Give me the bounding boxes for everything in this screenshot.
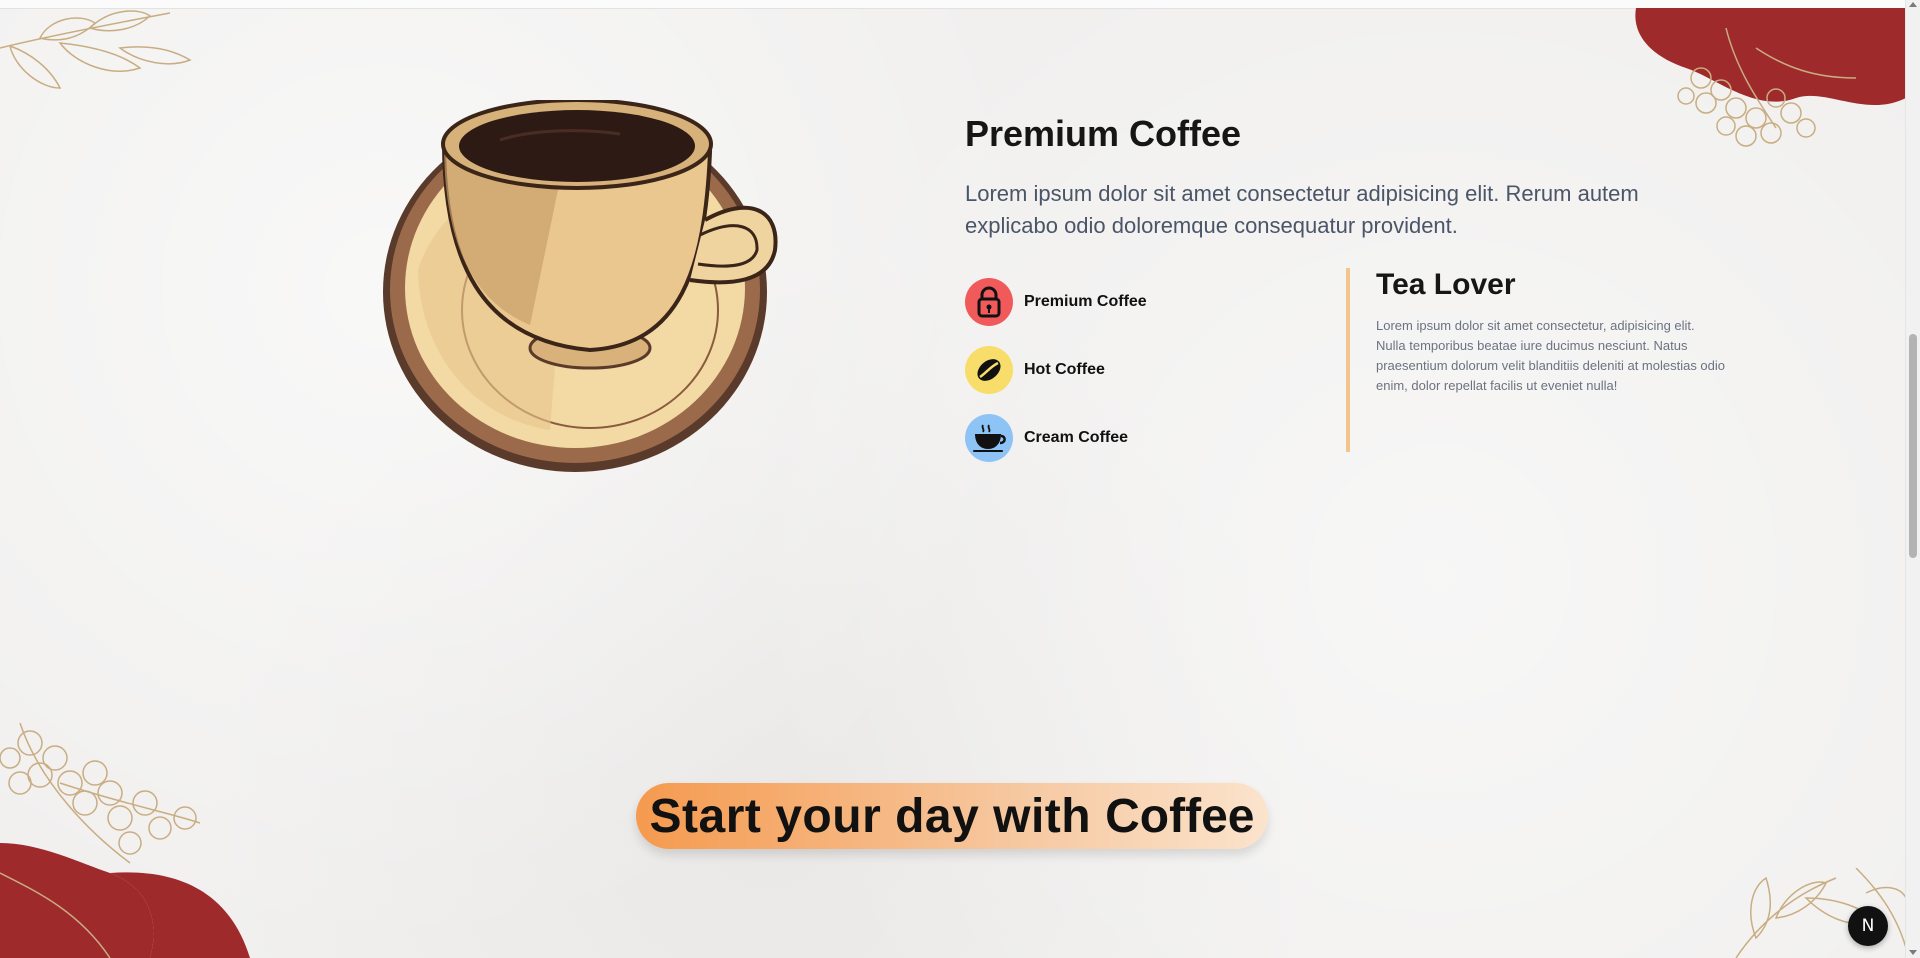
berry-decoration-bottom-left (0, 723, 250, 958)
scroll-up-arrow-icon[interactable] (1909, 2, 1917, 7)
info-section: Premium Coffee Lorem ipsum dolor sit ame… (965, 108, 1735, 242)
leaf-decoration-top-left (0, 10, 192, 89)
dev-tools-badge[interactable]: N (1848, 906, 1888, 946)
cta-banner: Start your day with Coffee (636, 783, 1268, 849)
coffee-bean-icon (965, 346, 1013, 394)
scroll-down-arrow-icon[interactable] (1909, 950, 1917, 955)
scrollbar-thumb[interactable] (1909, 334, 1917, 558)
feature-label: Hot Coffee (1024, 361, 1105, 378)
tea-text: Lorem ipsum dolor sit amet consectetur, … (1376, 318, 1726, 393)
badge-letter: N (1861, 916, 1875, 936)
page-title: Premium Coffee (965, 113, 1242, 154)
tea-lover-card: Tea Lover Lorem ipsum dolor sit amet con… (1346, 268, 1726, 452)
lead-paragraph: Lorem ipsum dolor sit amet consectetur a… (965, 181, 1639, 238)
banner-emphasis: Coffee (1105, 789, 1255, 843)
coffee-cup-icon (965, 414, 1013, 462)
coffee-cup-illustration (383, 100, 778, 472)
feature-item-hot-coffee[interactable]: Hot Coffee (965, 336, 1325, 404)
feature-label: Cream Coffee (1024, 429, 1129, 446)
feature-item-cream-coffee[interactable]: Cream Coffee (965, 404, 1325, 472)
page-scrollbar[interactable] (1905, 0, 1920, 958)
feature-list: Premium Coffee Hot Coffee Cream Coffee (965, 268, 1325, 472)
feature-label: Premium Coffee (1024, 293, 1147, 310)
lock-icon (965, 278, 1013, 326)
tea-title: Tea Lover (1376, 268, 1516, 301)
banner-prefix: Start your day with (649, 789, 1092, 843)
feature-item-premium-coffee[interactable]: Premium Coffee (965, 268, 1325, 336)
